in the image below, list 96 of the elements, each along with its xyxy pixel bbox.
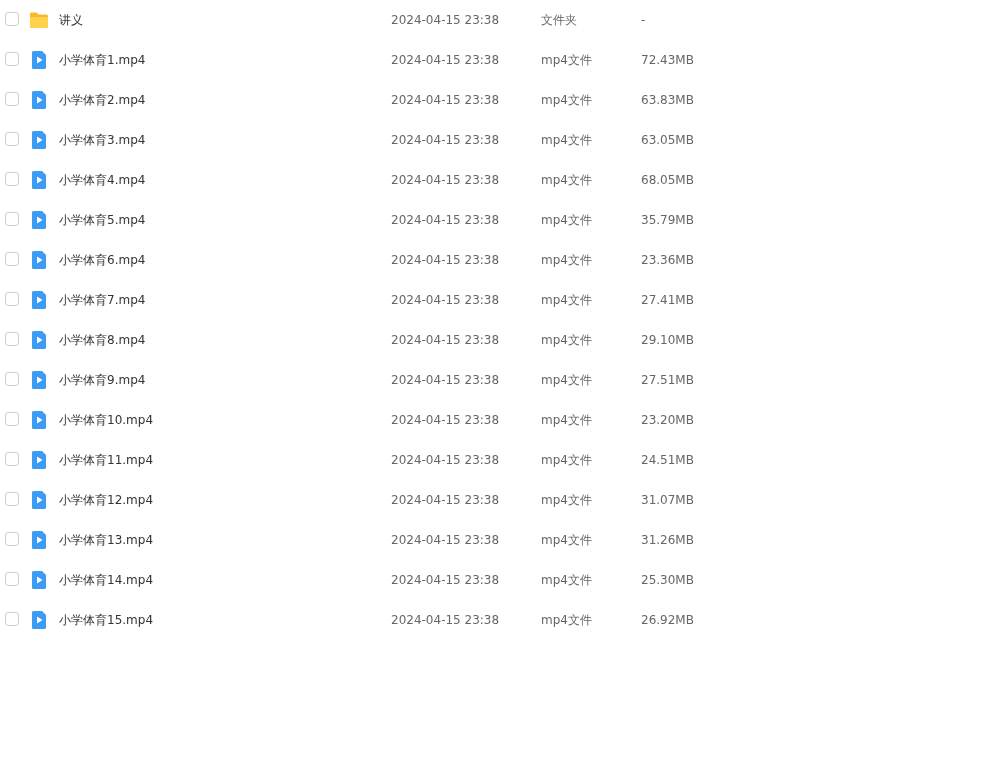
video-file-icon <box>29 250 49 270</box>
video-file-icon <box>29 410 49 430</box>
file-type: mp4文件 <box>541 251 592 269</box>
modified-date: 2024-04-15 23:38 <box>391 493 500 507</box>
video-file-icon <box>29 290 49 310</box>
file-type: mp4文件 <box>541 451 592 469</box>
checkbox[interactable] <box>5 52 19 66</box>
file-name: 小学体育15.mp4 <box>59 611 154 629</box>
file-size: 24.51MB <box>641 453 694 467</box>
file-type: 文件夹 <box>541 11 577 29</box>
file-type: mp4文件 <box>541 371 592 389</box>
file-size: 26.92MB <box>641 613 694 627</box>
file-name: 小学体育8.mp4 <box>59 331 146 349</box>
file-name: 小学体育13.mp4 <box>59 531 154 549</box>
file-name: 小学体育4.mp4 <box>59 171 146 189</box>
file-size: 29.10MB <box>641 333 694 347</box>
modified-date: 2024-04-15 23:38 <box>391 373 500 387</box>
file-size: 72.43MB <box>641 53 694 67</box>
file-size: 63.83MB <box>641 93 694 107</box>
modified-date: 2024-04-15 23:38 <box>391 173 500 187</box>
file-name: 小学体育3.mp4 <box>59 131 146 149</box>
file-size: - <box>641 13 646 27</box>
modified-date: 2024-04-15 23:38 <box>391 213 500 227</box>
checkbox[interactable] <box>5 612 19 626</box>
file-type: mp4文件 <box>541 91 592 109</box>
file-size: 23.20MB <box>641 413 694 427</box>
modified-date: 2024-04-15 23:38 <box>391 293 500 307</box>
checkbox[interactable] <box>5 332 19 346</box>
file-size: 68.05MB <box>641 173 694 187</box>
file-name: 小学体育14.mp4 <box>59 571 154 589</box>
file-type: mp4文件 <box>541 211 592 229</box>
video-file-icon <box>29 50 49 70</box>
checkbox[interactable] <box>5 372 19 386</box>
checkbox[interactable] <box>5 212 19 226</box>
modified-date: 2024-04-15 23:38 <box>391 613 500 627</box>
video-file-icon <box>29 530 49 550</box>
file-name: 小学体育2.mp4 <box>59 91 146 109</box>
modified-date: 2024-04-15 23:38 <box>391 13 500 27</box>
checkbox[interactable] <box>5 172 19 186</box>
file-name: 小学体育11.mp4 <box>59 451 154 469</box>
checkbox[interactable] <box>5 252 19 266</box>
modified-date: 2024-04-15 23:38 <box>391 93 500 107</box>
video-file-icon <box>29 130 49 150</box>
checkbox[interactable] <box>5 92 19 106</box>
file-name: 小学体育7.mp4 <box>59 291 146 309</box>
checkbox[interactable] <box>5 452 19 466</box>
file-type: mp4文件 <box>541 131 592 149</box>
modified-date: 2024-04-15 23:38 <box>391 333 500 347</box>
video-file-icon <box>29 210 49 230</box>
file-size: 31.07MB <box>641 493 694 507</box>
file-type: mp4文件 <box>541 611 592 629</box>
file-type: mp4文件 <box>541 171 592 189</box>
checkbox[interactable] <box>5 572 19 586</box>
video-file-icon <box>29 330 49 350</box>
modified-date: 2024-04-15 23:38 <box>391 453 500 467</box>
checkbox[interactable] <box>5 532 19 546</box>
checkbox[interactable] <box>5 132 19 146</box>
file-name: 小学体育9.mp4 <box>59 371 146 389</box>
modified-date: 2024-04-15 23:38 <box>391 533 500 547</box>
video-file-icon <box>29 90 49 110</box>
checkbox[interactable] <box>5 412 19 426</box>
checkbox[interactable] <box>5 292 19 306</box>
file-size: 35.79MB <box>641 213 694 227</box>
video-file-icon <box>29 370 49 390</box>
file-name: 小学体育1.mp4 <box>59 51 146 69</box>
file-name: 小学体育10.mp4 <box>59 411 154 429</box>
file-name: 小学体育12.mp4 <box>59 491 154 509</box>
file-type: mp4文件 <box>541 491 592 509</box>
video-file-icon <box>29 170 49 190</box>
file-type: mp4文件 <box>541 331 592 349</box>
file-type: mp4文件 <box>541 291 592 309</box>
file-size: 63.05MB <box>641 133 694 147</box>
checkbox[interactable] <box>5 12 19 26</box>
video-file-icon <box>29 610 49 630</box>
file-type: mp4文件 <box>541 571 592 589</box>
modified-date: 2024-04-15 23:38 <box>391 133 500 147</box>
folder-icon <box>29 10 49 30</box>
file-name: 讲义 <box>59 11 83 29</box>
modified-date: 2024-04-15 23:38 <box>391 573 500 587</box>
file-name: 小学体育6.mp4 <box>59 251 146 269</box>
file-type: mp4文件 <box>541 411 592 429</box>
checkbox[interactable] <box>5 492 19 506</box>
modified-date: 2024-04-15 23:38 <box>391 413 500 427</box>
file-size: 31.26MB <box>641 533 694 547</box>
modified-date: 2024-04-15 23:38 <box>391 253 500 267</box>
file-size: 27.51MB <box>641 373 694 387</box>
file-size: 23.36MB <box>641 253 694 267</box>
modified-date: 2024-04-15 23:38 <box>391 53 500 67</box>
video-file-icon <box>29 490 49 510</box>
video-file-icon <box>29 570 49 590</box>
file-name: 小学体育5.mp4 <box>59 211 146 229</box>
file-size: 25.30MB <box>641 573 694 587</box>
video-file-icon <box>29 450 49 470</box>
file-type: mp4文件 <box>541 51 592 69</box>
file-size: 27.41MB <box>641 293 694 307</box>
file-type: mp4文件 <box>541 531 592 549</box>
